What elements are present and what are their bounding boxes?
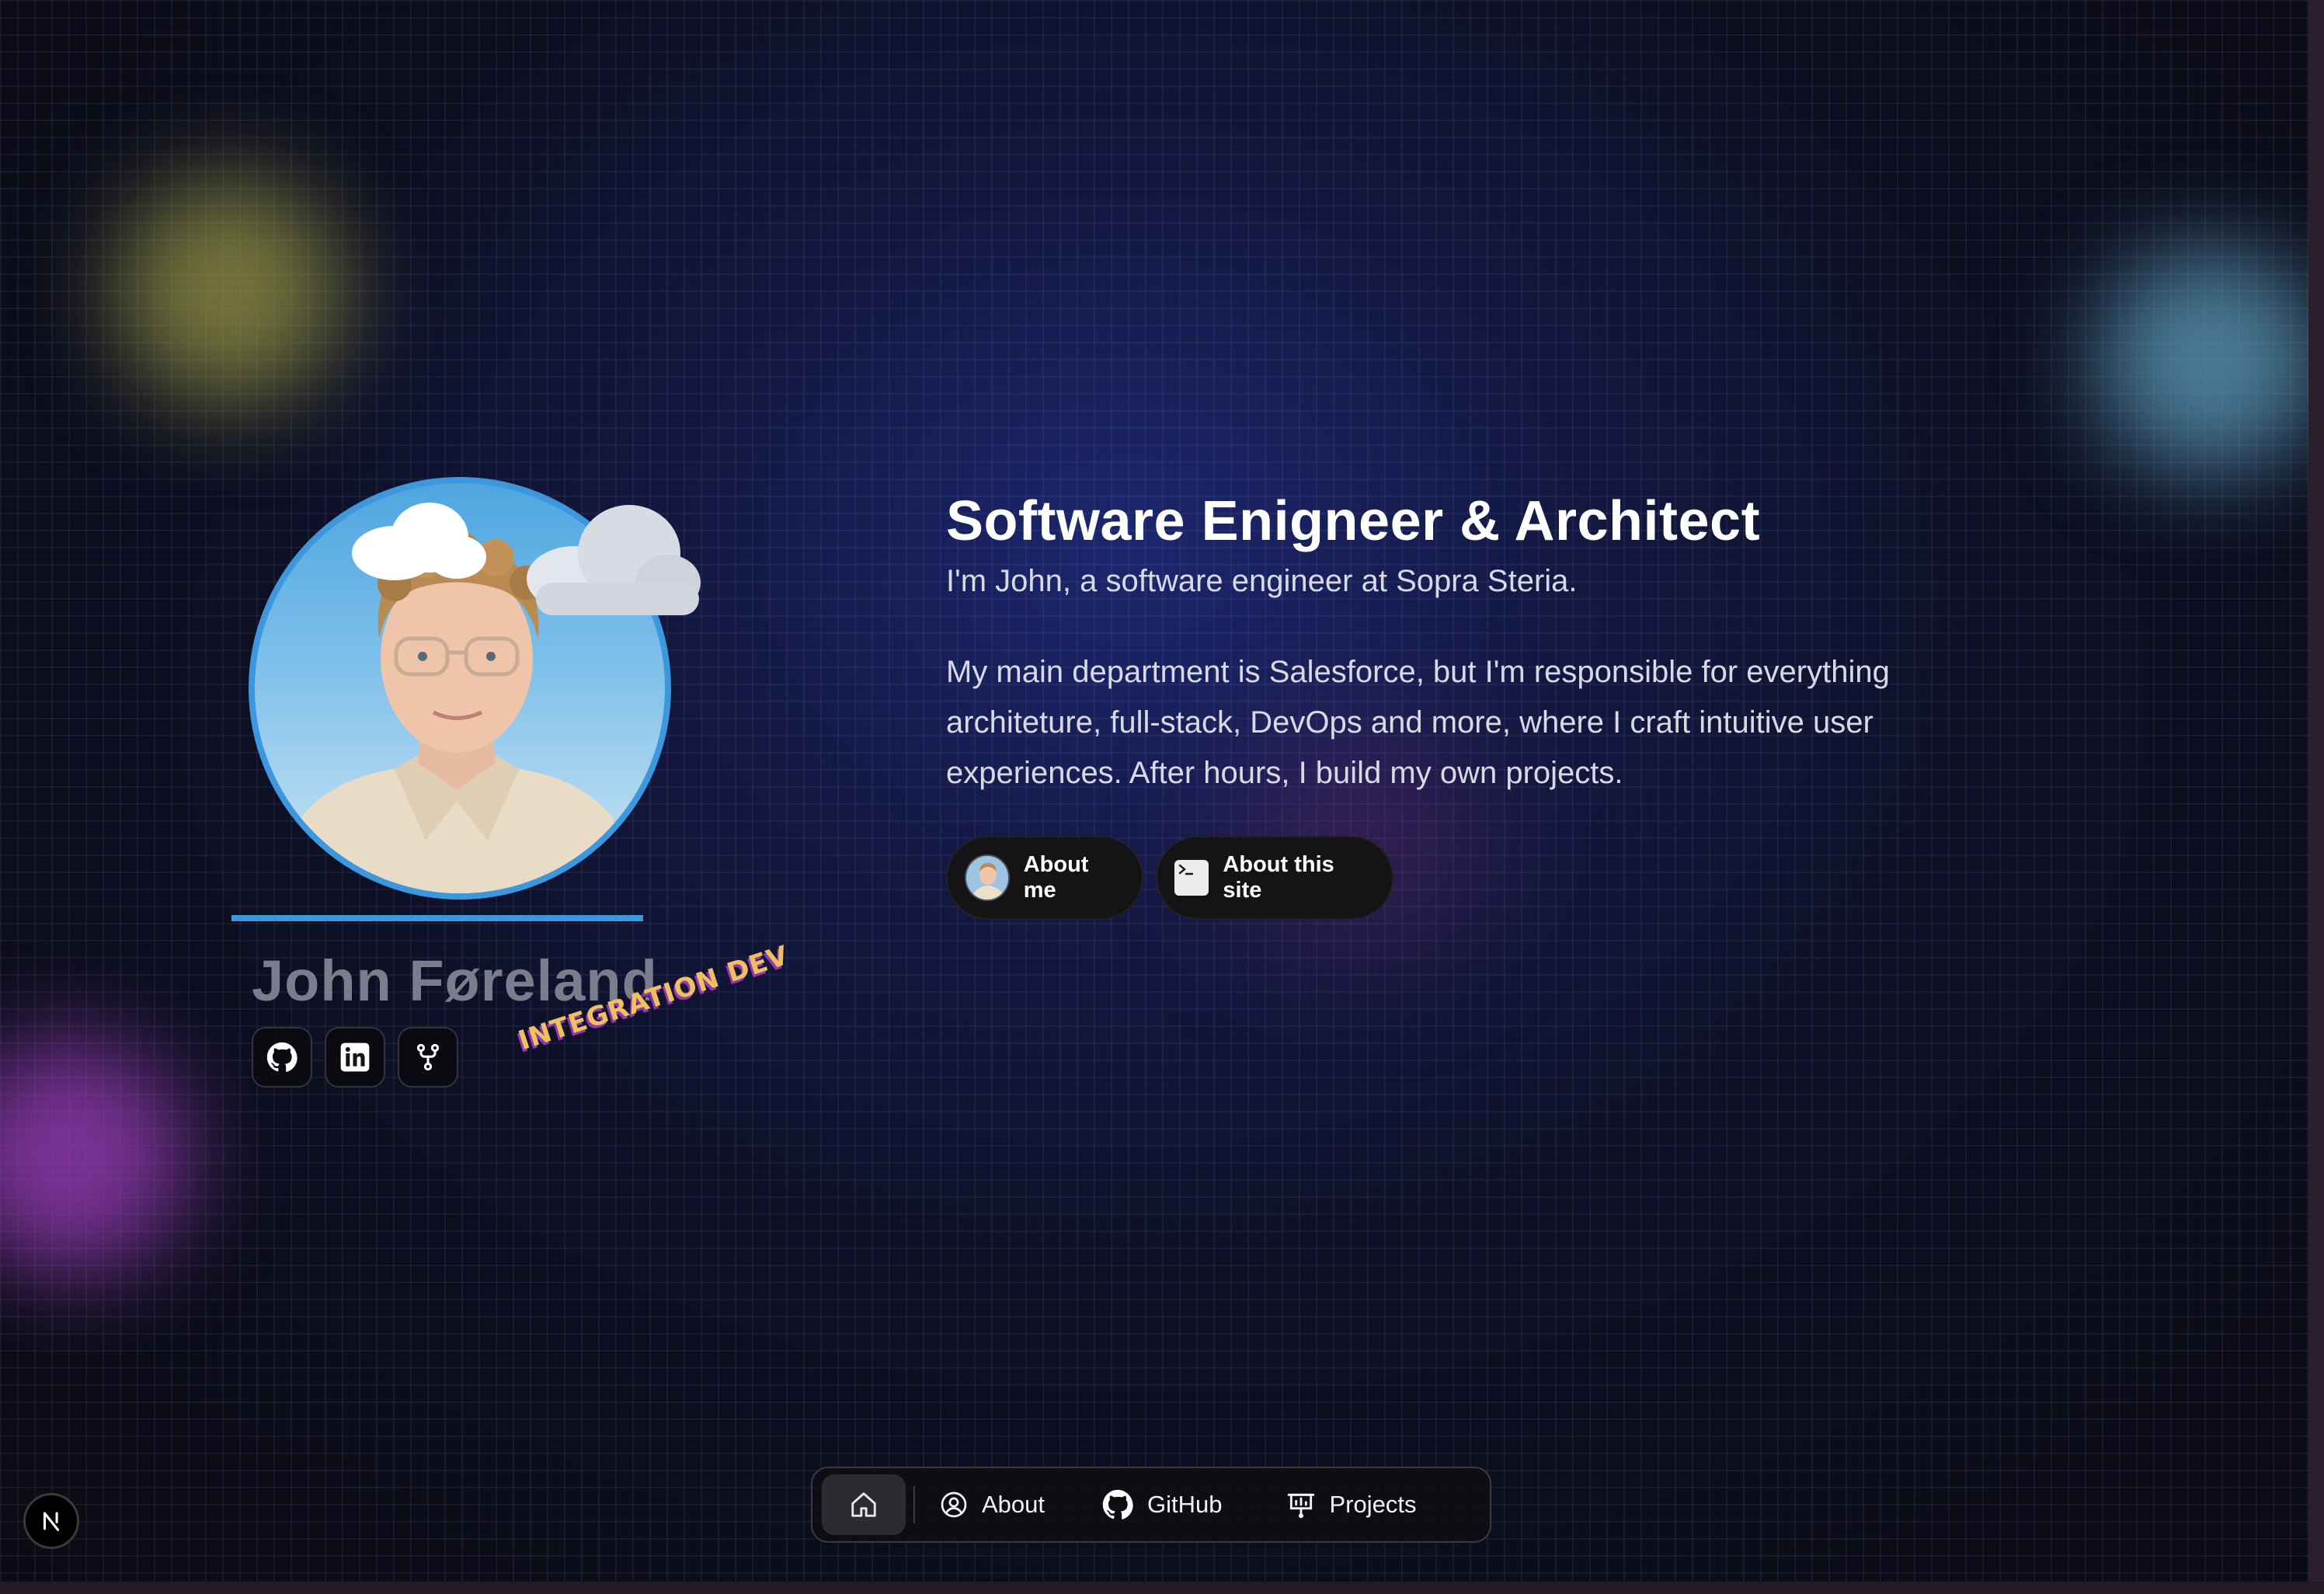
github-link[interactable] [252,1027,312,1088]
linkedin-link[interactable] [325,1027,385,1088]
linkedin-icon [340,1042,370,1072]
avatar-underline [231,915,643,921]
glow-blob-yellow [117,179,342,404]
page-background: John Føreland INTEGRATION DEV Software E… [0,0,2324,1594]
glow-blob-purple [0,1041,186,1274]
cloud-decoration [352,503,486,580]
nextjs-icon [43,1512,60,1531]
nav-github-label: GitHub [1147,1491,1223,1518]
avatar [965,854,1010,901]
window-edge-bottom [0,1582,2324,1594]
profile-card: John Føreland INTEGRATION DEV [231,466,792,1103]
social-links [252,1027,458,1088]
about-site-button[interactable]: About this site [1156,836,1393,920]
presentation-icon [1287,1493,1314,1519]
cta-buttons: About me About this site [946,836,1956,920]
bottom-nav: About GitHub Projects [811,1467,1491,1543]
git-fork-link[interactable] [398,1027,458,1088]
nav-home-button[interactable] [822,1474,906,1535]
hero-section: Software Enigneer & Architect I'm John, … [946,489,1956,920]
nav-projects-label: Projects [1329,1491,1417,1518]
user-circle-icon [941,1491,967,1518]
about-me-label: About me [1023,852,1089,903]
cloud-decoration [527,505,701,615]
window-edge-right [2308,0,2324,1594]
nav-item-projects[interactable]: Projects [1279,1474,1425,1535]
nav-item-about[interactable]: About [932,1474,1052,1535]
description-text: My main department is Salesforce, but I'… [946,655,1890,790]
nav-item-github[interactable]: GitHub [1094,1474,1230,1535]
page-title: Software Enigneer & Architect [946,490,1761,552]
github-icon [1102,1489,1133,1519]
nav-about-label: About [982,1491,1045,1518]
github-icon [266,1042,297,1072]
git-fork-icon [416,1043,440,1071]
home-icon [851,1492,876,1517]
about-site-label: About this site [1223,852,1334,903]
nextjs-dev-indicator[interactable] [23,1493,79,1549]
terminal-icon [1174,860,1209,896]
about-me-button[interactable]: About me [946,836,1143,920]
glow-blob-cyan [2097,249,2322,474]
intro-text: I'm John, a software engineer at Sopra S… [946,564,1578,598]
nav-divider [913,1486,915,1523]
